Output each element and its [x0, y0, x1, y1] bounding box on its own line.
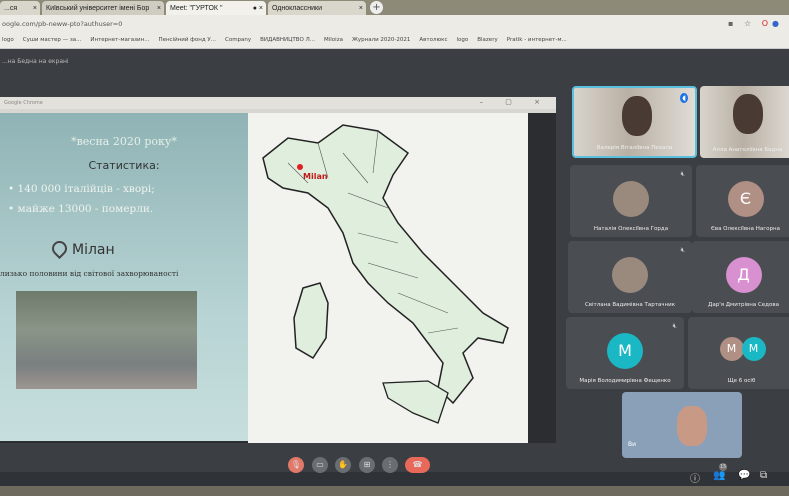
new-tab-button[interactable]: + — [370, 1, 383, 14]
address-bar[interactable]: oogle.com/pb-neww-pto?authuser=0 ▪ ☆ O● — [0, 15, 789, 33]
bookmark-item[interactable]: Company — [225, 37, 251, 43]
milan-marker — [297, 164, 303, 170]
bookmark-item[interactable]: Miloiza — [324, 37, 343, 43]
participant-name: Валерія Віталіївна Пехала — [596, 145, 673, 151]
self-video — [677, 406, 707, 446]
self-label: Ви — [628, 441, 637, 448]
window-titlebar: Google Chrome – ▢ × — [0, 97, 556, 109]
city-heading: Мілан — [48, 237, 115, 260]
city-name: Мілан — [72, 242, 115, 258]
window-controls[interactable]: – ▢ × — [480, 98, 550, 106]
shared-window: Google Chrome – ▢ × *весна 2020 року* Ста… — [0, 97, 556, 443]
tab-label: Meet: "ГУРТОК " — [170, 5, 223, 12]
tab-meet-active[interactable]: Meet: "ГУРТОК " ● × — [166, 1, 266, 15]
mic-off-icon: 🔇︎ — [680, 170, 685, 178]
tab-bar: ...ся × Київський університет імені Бор × … — [0, 0, 789, 15]
participant-avatar: М — [607, 333, 643, 369]
participant-name: Єва Олексіївна Нагорна — [710, 226, 780, 232]
bookmark-item[interactable]: Pratik - интернет-м... — [507, 37, 567, 43]
tab-label: ...ся — [4, 5, 18, 12]
tab-label: Одноклассники — [272, 5, 323, 12]
bookmark-item[interactable]: Интернет-магазин... — [90, 37, 149, 43]
mic-off-icon: 🔇︎ — [672, 322, 677, 330]
participant-name: Ще 6 осіб — [727, 378, 756, 384]
presenting-label: ...на Бедна на екрані — [2, 58, 69, 65]
bookmark-item[interactable]: Автолюкс — [419, 37, 447, 43]
url-text: oogle.com/pb-neww-pto?authuser=0 — [2, 20, 123, 28]
more-options-button[interactable]: ⋮ — [382, 457, 398, 473]
close-icon[interactable]: × — [359, 3, 363, 14]
participant-photo — [612, 257, 648, 293]
meet-stage: ...на Бедна на екрані Google Chrome – ▢ ×… — [0, 49, 789, 472]
bookmark-item[interactable]: logo — [2, 37, 14, 43]
taskbar — [0, 486, 789, 496]
tab-label: Київський університет імені Бор — [46, 5, 150, 12]
speaking-icon: ◖ — [680, 93, 688, 103]
milan-label: Milan — [303, 172, 328, 181]
bookmark-item[interactable]: Пенсійний фонд У... — [158, 37, 216, 43]
participant-tile[interactable]: Д Дар'я Дмитрівна Седова — [692, 241, 789, 313]
slide-stats-title: Статистика: — [88, 159, 160, 172]
bookmarks-bar: logo Суши мастер — за... Интернет-магазин.… — [0, 33, 789, 49]
participant-avatar: Є — [727, 181, 764, 217]
bookmark-item[interactable]: Журнали 2020-2021 — [352, 37, 410, 43]
extension-icons[interactable]: ▪ ☆ O● — [728, 19, 783, 28]
tab[interactable]: ...ся × — [0, 1, 40, 15]
participant-tile[interactable]: Є Єва Олексіївна Нагорна — [696, 165, 789, 237]
raise-hand-button[interactable]: ✋ — [335, 457, 351, 473]
activities-icon[interactable]: ⧉ — [760, 470, 767, 481]
participant-tile[interactable]: 🔇︎ Світлана Вадимівна Тартачник — [568, 241, 692, 313]
bookmark-item[interactable]: logo — [457, 37, 469, 43]
sicily-shape — [382, 380, 449, 424]
participant-name: Алла Анатоліївна Бедна — [712, 147, 783, 153]
stat-item: • 140 000 італійців - хворі; — [8, 183, 155, 195]
mic-toggle-button[interactable]: 🎙 — [288, 457, 304, 473]
italy-map-svg: Milan — [262, 124, 509, 424]
chat-icon[interactable]: 💬 — [738, 470, 750, 481]
end-call-button[interactable]: ☎ — [405, 457, 430, 473]
window-title: Google Chrome — [4, 100, 43, 106]
close-icon[interactable]: ● × — [253, 3, 263, 14]
info-icon[interactable]: ⓘ — [690, 470, 700, 485]
stat-text: 140 000 італійців - хворі; — [17, 183, 155, 195]
camera-toggle-button[interactable]: ▭ — [312, 457, 328, 473]
sardinia-shape — [293, 282, 329, 360]
participant-tile[interactable]: М 🔇︎ Марія Володимирівна Фещенко — [566, 317, 684, 389]
participant-video — [732, 94, 763, 134]
bookmark-item[interactable]: ВИДАВНИЦТВО Л... — [260, 37, 315, 43]
participant-tile[interactable]: Алла Анатоліївна Бедна — [700, 86, 789, 158]
participant-name: Наталія Олексіївна Горда — [593, 226, 669, 232]
slide: *весна 2020 року* Статистика: • 140 000 … — [0, 113, 248, 441]
participant-video — [621, 96, 652, 136]
stat-text: майже 13000 - померли. — [17, 203, 154, 215]
participant-tile[interactable]: ◖ Валерія Віталіївна Пехала — [572, 86, 697, 158]
participant-photo — [613, 181, 649, 217]
tab[interactable]: Одноклассники × — [268, 1, 366, 15]
mic-off-icon: 🔇︎ — [680, 246, 685, 254]
bookmark-item[interactable]: Суши мастер — за... — [23, 37, 82, 43]
close-icon[interactable]: × — [33, 3, 37, 14]
participant-name: Дар'я Дмитрівна Седова — [708, 302, 779, 308]
slide-season: *весна 2020 року* — [71, 135, 177, 148]
milan-street-photo — [16, 291, 197, 389]
self-view-tile: Ви — [622, 392, 742, 458]
bookmark-item[interactable]: Blazery — [477, 37, 497, 43]
overflow-avatar: М — [719, 337, 744, 361]
italy-map: Milan — [248, 113, 528, 443]
close-icon[interactable]: × — [157, 3, 161, 14]
participant-tile[interactable]: М М Ще 6 осіб — [688, 317, 789, 389]
stats-list: • 140 000 італійців - хворі; • майже 130… — [8, 179, 155, 219]
overflow-avatar: М — [741, 337, 766, 361]
slide-caption: лизько половини від світової захворювано… — [0, 269, 179, 278]
stat-item: • майже 13000 - померли. — [8, 203, 154, 215]
tab[interactable]: Київський університет імені Бор × — [42, 1, 164, 15]
present-button[interactable]: ⊞ — [359, 457, 375, 473]
participant-name: Марія Володимирівна Фещенко — [579, 378, 671, 384]
participant-name: Світлана Вадимівна Тартачник — [584, 302, 676, 308]
people-icon[interactable]: 👥 15 — [713, 463, 728, 481]
participant-avatar: Д — [725, 257, 762, 293]
location-pin-icon — [48, 237, 71, 260]
participant-tile[interactable]: 🔇︎ Наталія Олексіївна Горда — [570, 165, 692, 237]
